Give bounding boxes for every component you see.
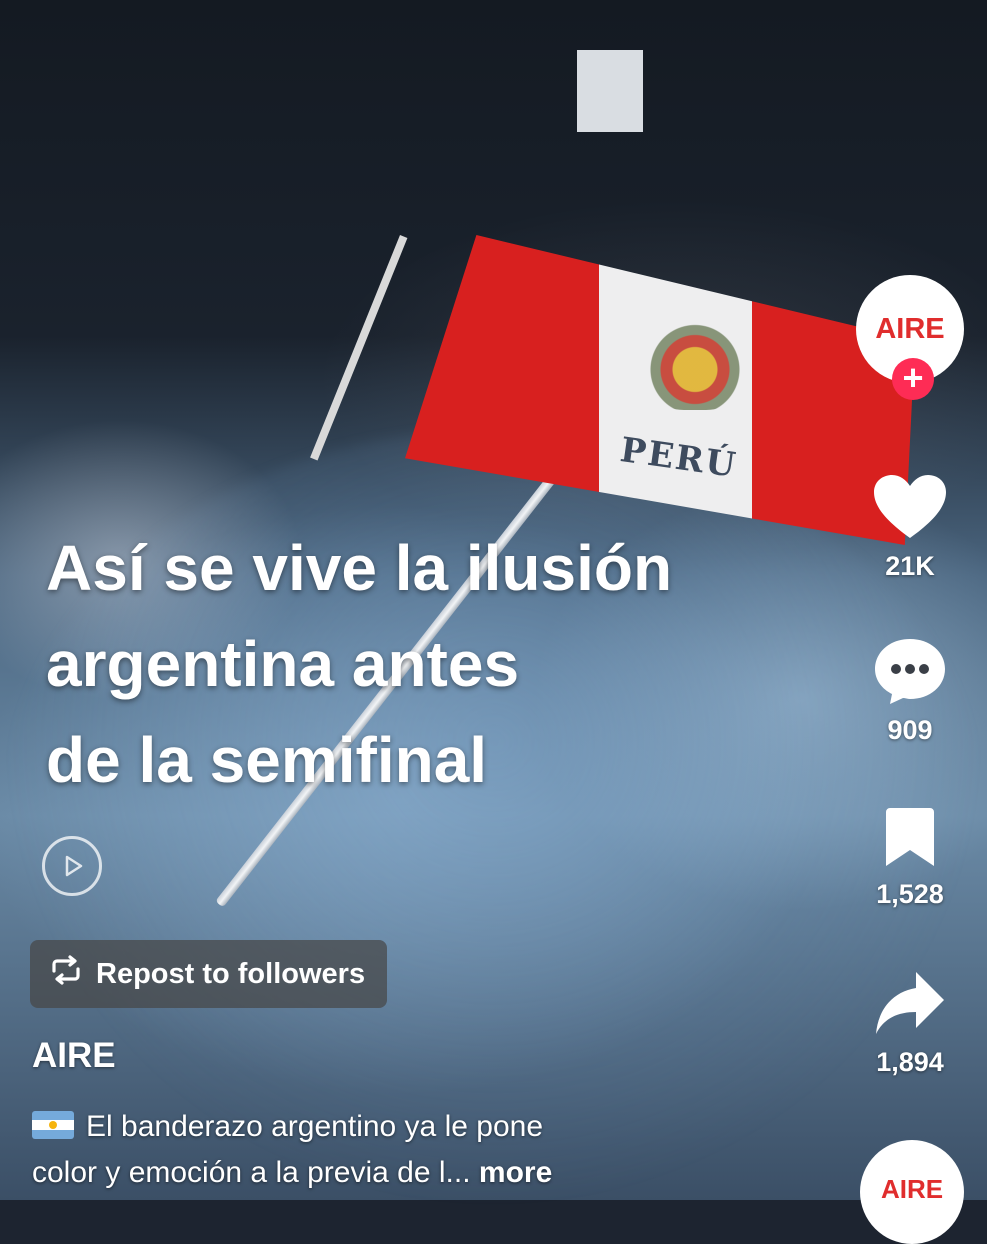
repost-icon xyxy=(48,955,84,993)
overlay-line-1: Así se vive la ilusión xyxy=(46,532,673,604)
background-sign xyxy=(577,50,643,132)
video-overlay-caption: Así se vive la ilusión argentina antes d… xyxy=(46,520,806,808)
save-button[interactable]: 1,528 xyxy=(850,806,970,910)
comment-icon xyxy=(875,639,945,704)
description-line-1: El banderazo argentino ya le pone xyxy=(86,1110,544,1143)
play-icon[interactable] xyxy=(42,836,102,896)
like-button[interactable]: 21K xyxy=(850,474,970,582)
comment-count: 909 xyxy=(887,715,933,745)
share-icon xyxy=(876,972,944,1034)
argentina-flag-emoji xyxy=(32,1111,74,1139)
like-count: 21K xyxy=(885,551,935,581)
comment-button[interactable]: 909 xyxy=(850,636,970,746)
action-rail: AIRE + 21K 909 1,528 1,894 AIRE xyxy=(850,0,970,1244)
share-count: 1,894 xyxy=(876,1047,944,1077)
share-button[interactable]: 1,894 xyxy=(850,968,970,1078)
next-avatar-text: AIRE xyxy=(880,1174,944,1204)
overlay-line-3: de la semifinal xyxy=(46,724,488,796)
plus-icon: + xyxy=(902,357,924,398)
video-description[interactable]: El banderazo argentino ya le pone color … xyxy=(32,1104,752,1196)
next-account-avatar[interactable]: AIRE xyxy=(860,1140,964,1244)
follow-plus-button[interactable]: + xyxy=(892,358,934,400)
repost-button[interactable]: Repost to followers xyxy=(30,940,388,1008)
bookmark-icon xyxy=(886,808,934,866)
flag-crest xyxy=(640,320,750,410)
heart-icon xyxy=(874,475,946,538)
overlay-line-2: argentina antes xyxy=(46,628,520,700)
avatar-text: AIRE xyxy=(875,312,945,345)
save-count: 1,528 xyxy=(876,879,944,909)
repost-label: Repost to followers xyxy=(96,957,366,990)
more-link[interactable]: more xyxy=(479,1156,552,1189)
author-name[interactable]: AIRE xyxy=(32,1036,116,1076)
flag-pole-top xyxy=(310,235,408,461)
description-line-2: color y emoción a la previa de l... xyxy=(32,1156,471,1189)
